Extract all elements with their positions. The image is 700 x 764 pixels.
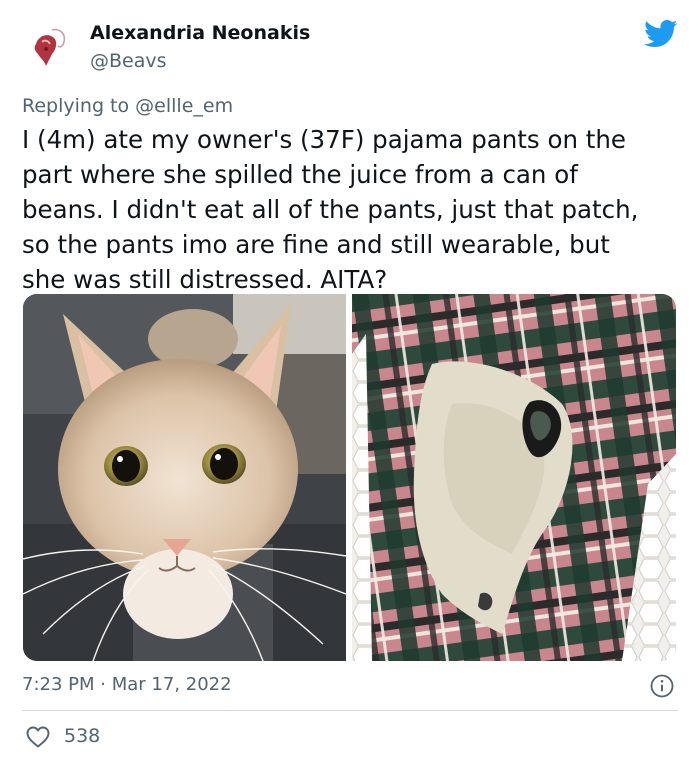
tweet-text-line: so the pants imo are fine and still wear… (22, 230, 610, 259)
like-count[interactable]: 538 (64, 725, 100, 747)
reply-mention-link[interactable]: @ellle_em (135, 95, 233, 117)
tweet-text-line: she was still distressed. AITA? (22, 265, 388, 294)
tweet-time: 7:23 PM (22, 674, 95, 695)
tweet-card: Alexandria Neonakis @Beavs Replying to @… (0, 0, 700, 764)
replying-to: Replying to @ellle_em (22, 95, 233, 117)
replying-to-label: Replying to (22, 95, 130, 117)
divider (22, 710, 678, 711)
tweet-timestamp[interactable]: 7:23 PM · Mar 17, 2022 (22, 674, 232, 695)
tweet-text-line: I (4m) ate my owner's (37F) pajama pants… (22, 125, 626, 154)
tweet-text-line: beans. I didn't eat all of the pants, ju… (22, 195, 639, 224)
tweet-date: Mar 17, 2022 (111, 674, 232, 695)
heart-icon[interactable] (26, 726, 50, 748)
twitter-bird-icon[interactable] (644, 19, 678, 49)
avatar-illustration (22, 22, 74, 74)
timestamp-separator: · (100, 674, 106, 695)
tweet-media (23, 294, 676, 661)
avatar[interactable] (22, 22, 74, 74)
pajama-pants-photo[interactable] (352, 294, 676, 661)
author-name[interactable]: Alexandria Neonakis (90, 22, 310, 44)
author-handle[interactable]: @Beavs (90, 50, 167, 72)
tweet-text: I (4m) ate my owner's (37F) pajama pants… (22, 122, 682, 297)
info-icon[interactable] (650, 674, 674, 698)
tweet-text-line: part where she spilled the juice from a … (22, 160, 578, 189)
cat-photo[interactable] (23, 294, 346, 661)
